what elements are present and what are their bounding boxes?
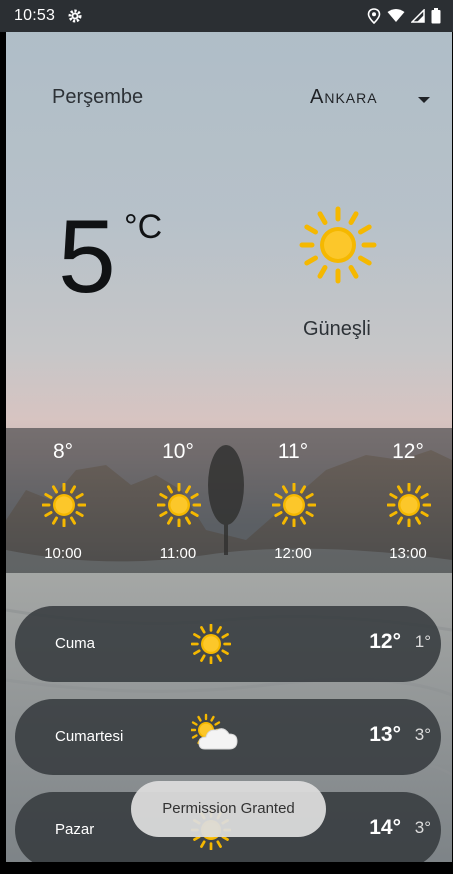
sun-icon [299,206,377,284]
day-high-temp: 14° [369,816,401,839]
city-selector[interactable]: Ankara [310,86,378,109]
wifi-icon [387,9,405,22]
battery-icon [431,8,441,24]
hour-temp: 10° [162,440,194,463]
day-high-temp: 12° [369,630,401,653]
hour-temp: 8° [52,440,74,463]
sun-icon [157,483,201,527]
hour-time: 12:00 [274,545,312,562]
status-time: 10:53 [14,7,56,24]
location-icon [367,8,381,24]
hour-time: 13:00 [389,545,427,562]
hour-temp: 11° [277,440,309,463]
current-temperature: 5 [58,199,116,315]
toast-message: Permission Granted [131,781,326,837]
chevron-down-icon[interactable] [412,92,436,108]
sun-icon [387,483,431,527]
status-bar: 10:53 [0,0,453,32]
day-name: Pazar [55,821,95,838]
day-name: Cuma [55,635,96,652]
hour-time: 11:00 [159,545,197,562]
sun-icon [191,624,231,664]
day-low-temp: 3° [414,818,431,837]
temperature-unit: °C [124,208,163,246]
day-name: Cumartesi [55,728,124,745]
gear-icon [68,9,82,23]
navigation-bar [0,862,453,874]
day-low-temp: 3° [414,725,431,744]
hourly-forecast: 8° 10:00 10° 11:00 11° 12:00 12° 13:00 [6,428,452,573]
sun-icon [42,483,86,527]
partly-cloudy-icon [191,713,238,750]
sun-icon [272,483,316,527]
current-condition: Güneşli [303,318,371,340]
hour-temp: 12° [392,440,424,463]
daily-forecast-card[interactable]: Cumartesi 13° 3° [15,699,441,775]
signal-icon [411,9,425,23]
hour-time: 10:00 [44,545,82,562]
current-day: Perşembe [52,86,144,108]
day-low-temp: 1° [414,632,431,651]
app-screen: Perşembe Ankara 5 °C Güneşli 8° 10:00 10… [6,0,452,874]
day-high-temp: 13° [369,723,401,746]
daily-forecast-card[interactable]: Cuma 12° 1° [15,606,441,682]
